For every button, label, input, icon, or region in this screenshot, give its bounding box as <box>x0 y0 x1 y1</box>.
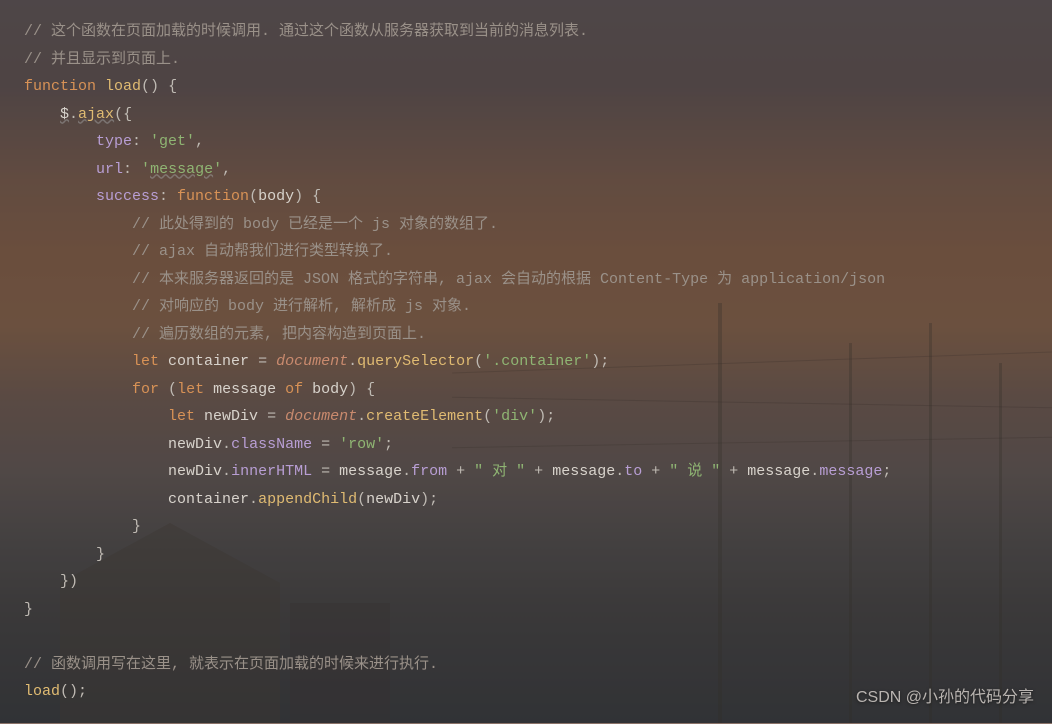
keyword: for <box>132 381 159 398</box>
property: className <box>231 436 312 453</box>
function-call: load <box>24 683 60 700</box>
function-name: load <box>105 78 141 95</box>
keyword: let <box>168 408 195 425</box>
keyword: let <box>132 353 159 370</box>
comment-line: // 遍历数组的元素, 把内容构造到页面上. <box>132 326 426 343</box>
method: createElement <box>366 408 483 425</box>
comment-line: // 并且显示到页面上. <box>24 51 180 68</box>
string: 'div' <box>492 408 537 425</box>
string: 'row' <box>339 436 384 453</box>
object: document <box>276 353 348 370</box>
string: " 对 " <box>474 463 525 480</box>
comment-line: // 此处得到的 body 已经是一个 js 对象的数组了. <box>132 216 498 233</box>
method: querySelector <box>357 353 474 370</box>
property: success <box>96 188 159 205</box>
property: url <box>96 161 123 178</box>
comment-line: // 本来服务器返回的是 JSON 格式的字符串, ajax 会自动的根据 Co… <box>132 271 885 288</box>
object: document <box>285 408 357 425</box>
comment-line: // 对响应的 body 进行解析, 解析成 js 对象. <box>132 298 471 315</box>
watermark: CSDN @小孙的代码分享 <box>856 684 1034 712</box>
keyword: function <box>24 78 96 95</box>
string: message <box>150 161 213 178</box>
code-block: // 这个函数在页面加载的时候调用. 通过这个函数从服务器获取到当前的消息列表.… <box>0 0 1052 724</box>
property: type <box>96 133 132 150</box>
method: appendChild <box>258 491 357 508</box>
string: " 说 " <box>669 463 720 480</box>
string: 'get' <box>150 133 195 150</box>
comment-line: // 这个函数在页面加载的时候调用. 通过这个函数从服务器获取到当前的消息列表. <box>24 23 588 40</box>
string: '.container' <box>483 353 591 370</box>
comment-line: // 函数调用写在这里, 就表示在页面加载的时候来进行执行. <box>24 656 438 673</box>
jquery: $ <box>60 106 69 123</box>
method: ajax <box>78 106 114 123</box>
comment-line: // ajax 自动帮我们进行类型转换了. <box>132 243 393 260</box>
property: innerHTML <box>231 463 312 480</box>
